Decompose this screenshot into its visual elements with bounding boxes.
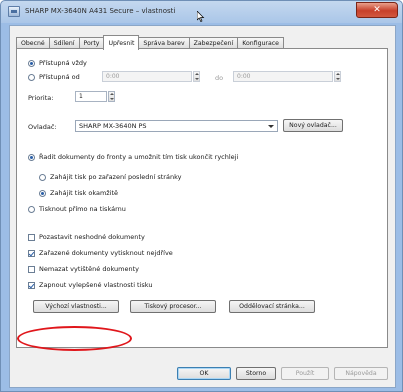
always-available-label: Přístupná vždy bbox=[39, 59, 87, 67]
hold-mismatched-label: Pozastavit neshodné dokumenty bbox=[39, 233, 145, 241]
to-time-spinner[interactable] bbox=[334, 71, 341, 82]
tab-advanced[interactable]: Upřesnit bbox=[103, 35, 140, 50]
driver-select[interactable]: SHARP MX-3640N PS bbox=[75, 120, 278, 132]
spool-option[interactable]: Řadit dokumenty do fronty a umožnit tím … bbox=[28, 153, 238, 161]
direct-print-label: Tisknout přímo na tiskárnu bbox=[39, 205, 126, 213]
hold-mismatched-option[interactable]: Pozastavit neshodné dokumenty bbox=[28, 233, 145, 241]
advanced-features-checkbox[interactable] bbox=[28, 281, 35, 289]
spool-radio[interactable] bbox=[28, 153, 35, 161]
highlight-annotation-ring bbox=[17, 326, 132, 351]
always-available-option[interactable]: Přístupná vždy bbox=[28, 59, 87, 67]
direct-print-option[interactable]: Tisknout přímo na tiskárnu bbox=[28, 205, 126, 213]
printer-icon bbox=[8, 6, 20, 17]
advanced-tab-panel: Přístupná vždy Přístupná od 0:00 do 0:00… bbox=[16, 48, 388, 348]
cancel-button[interactable]: Storno bbox=[236, 367, 276, 380]
print-processor-button[interactable]: Tiskový procesor... bbox=[130, 300, 216, 313]
available-from-option[interactable]: Přístupná od bbox=[28, 73, 80, 81]
priority-input[interactable]: 1 bbox=[75, 91, 107, 102]
spooled-first-checkbox[interactable] bbox=[28, 249, 35, 257]
printing-defaults-button[interactable]: Výchozí vlastnosti... bbox=[33, 300, 119, 313]
start-immediately-radio[interactable] bbox=[39, 189, 46, 197]
start-after-last-page-option[interactable]: Zahájit tisk po zařazení poslední stránk… bbox=[39, 173, 181, 181]
available-from-radio[interactable] bbox=[28, 73, 35, 81]
to-time-input[interactable]: 0:00 bbox=[233, 71, 333, 82]
spooled-first-option[interactable]: Zařazené dokumenty vytisknout nejdříve bbox=[28, 249, 173, 257]
keep-printed-checkbox[interactable] bbox=[28, 265, 35, 273]
keep-printed-label: Nemazat vytištěné dokumenty bbox=[39, 265, 139, 273]
tab-strip: Obecné Sdílení Porty Upřesnit Správa bar… bbox=[16, 35, 284, 50]
new-driver-button[interactable]: Nový ovladač... bbox=[283, 119, 343, 132]
start-after-last-page-label: Zahájit tisk po zařazení poslední stránk… bbox=[50, 173, 182, 181]
advanced-features-label: Zapnout vylepšené vlastnosti tisku bbox=[39, 281, 153, 289]
keep-printed-option[interactable]: Nemazat vytištěné dokumenty bbox=[28, 265, 139, 273]
direct-print-radio[interactable] bbox=[28, 205, 35, 213]
apply-button[interactable]: Použít bbox=[281, 367, 329, 380]
window-title: SHARP MX-3640N A431 Secure – vlastnosti bbox=[25, 7, 176, 15]
spooled-first-label: Zařazené dokumenty vytisknout nejdříve bbox=[39, 249, 173, 257]
advanced-features-option[interactable]: Zapnout vylepšené vlastnosti tisku bbox=[28, 281, 153, 289]
hold-mismatched-checkbox[interactable] bbox=[28, 233, 35, 241]
from-time-input[interactable]: 0:00 bbox=[102, 71, 192, 82]
driver-label: Ovladač: bbox=[28, 123, 57, 131]
driver-selected-value: SHARP MX-3640N PS bbox=[79, 122, 147, 130]
start-immediately-label: Zahájit tisk okamžitě bbox=[50, 189, 119, 197]
chevron-down-icon bbox=[268, 125, 274, 128]
separator-page-button[interactable]: Oddělovací stránka... bbox=[229, 300, 315, 313]
spool-label: Řadit dokumenty do fronty a umožnit tím … bbox=[39, 153, 239, 161]
to-label: do bbox=[215, 74, 224, 82]
always-available-radio[interactable] bbox=[28, 59, 35, 67]
available-from-label: Přístupná od bbox=[39, 73, 80, 81]
properties-dialog: SHARP MX-3640N A431 Secure – vlastnosti … bbox=[0, 0, 403, 392]
help-button[interactable]: Nápověda bbox=[334, 367, 388, 380]
title-bar[interactable]: SHARP MX-3640N A431 Secure – vlastnosti … bbox=[1, 1, 402, 23]
priority-label: Priorita: bbox=[28, 94, 54, 102]
close-button[interactable]: ✕ bbox=[356, 2, 398, 18]
priority-spinner[interactable] bbox=[108, 91, 115, 102]
start-immediately-option[interactable]: Zahájit tisk okamžitě bbox=[39, 189, 118, 197]
from-time-spinner[interactable] bbox=[193, 71, 200, 82]
start-after-last-page-radio[interactable] bbox=[39, 173, 46, 181]
ok-button[interactable]: OK bbox=[177, 367, 231, 380]
mouse-cursor-icon bbox=[197, 11, 205, 22]
